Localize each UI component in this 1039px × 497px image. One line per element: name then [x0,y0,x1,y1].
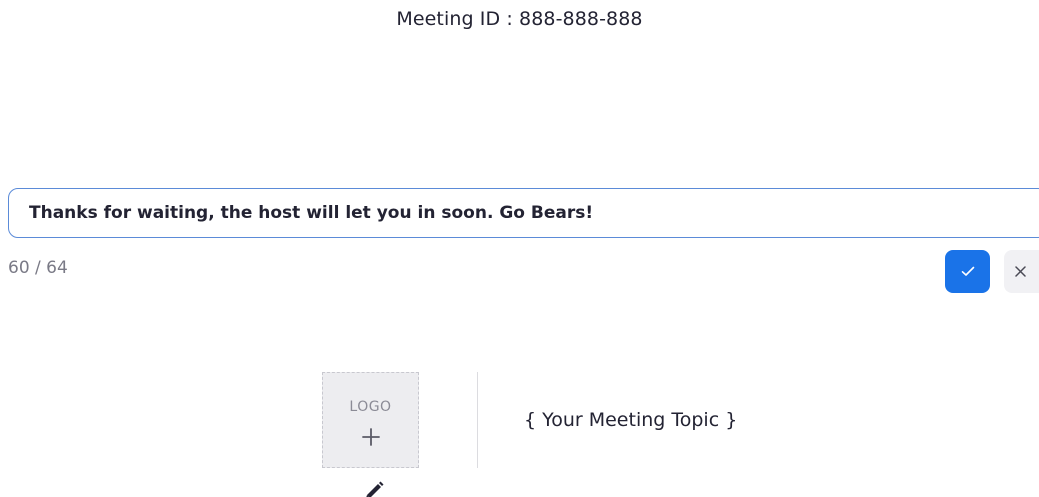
meeting-topic[interactable]: { Your Meeting Topic } [524,409,737,431]
plus-icon [362,428,380,446]
logo-upload[interactable]: LOGO [322,372,419,468]
pencil-icon[interactable] [363,480,385,497]
meeting-id-label: Meeting ID : 888-888-888 [396,8,643,30]
check-icon [961,266,974,276]
vertical-divider [477,372,478,468]
confirm-button[interactable] [945,250,990,293]
waiting-message-field[interactable] [8,188,1039,238]
waiting-room-editor: Meeting ID : 888-888-888 60 / 64 LOGO { … [0,0,1039,497]
character-count: 60 / 64 [8,258,68,278]
waiting-message-input[interactable] [9,189,1009,236]
cancel-button[interactable] [1004,250,1039,293]
logo-placeholder-label: LOGO [349,399,392,415]
close-icon [1015,266,1026,277]
